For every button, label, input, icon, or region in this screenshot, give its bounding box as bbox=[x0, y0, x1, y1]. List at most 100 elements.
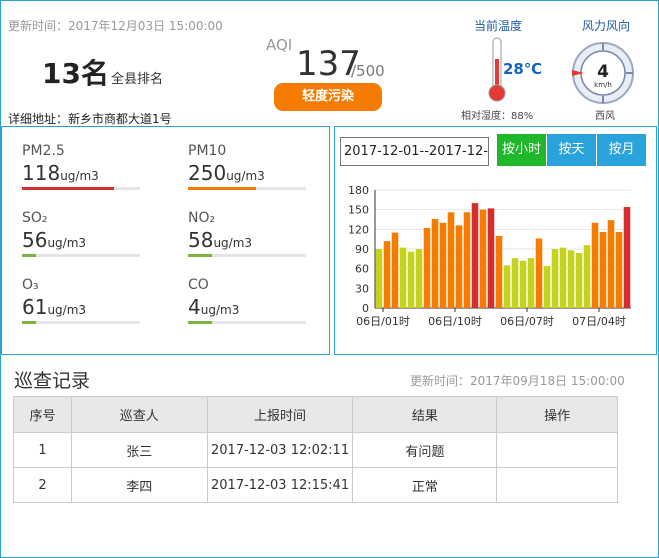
y-tick-label: 120 bbox=[348, 223, 369, 236]
cell-action[interactable] bbox=[496, 467, 618, 503]
aqi-bar-chart: 0 30 60 90 120 150 180 06日/01时 06日/10时 06日/07时 07日… bbox=[348, 184, 631, 328]
col-header-action: 操作 bbox=[496, 396, 618, 433]
pollutant-value: 58 bbox=[188, 228, 214, 252]
rank-label: 全县排名 bbox=[110, 72, 163, 87]
pollutant-name: PM10 bbox=[188, 143, 227, 159]
pollutant-o3: O₃ 61ug/m3 bbox=[22, 277, 152, 324]
cell-action[interactable] bbox=[496, 432, 618, 468]
pollutant-unit: ug/m3 bbox=[200, 303, 240, 317]
update-time: 更新时间：2017年12月03日 15:00:00 bbox=[8, 19, 223, 33]
records-table: 序号 巡查人 上报时间 结果 操作 1 张三 2017-12-03 12:02:… bbox=[13, 396, 618, 503]
chart-bar bbox=[471, 203, 479, 308]
pollutant-value: 61 bbox=[22, 295, 48, 319]
aqi-max: /500 bbox=[351, 62, 385, 80]
chart-bar bbox=[415, 249, 423, 308]
chart-bar bbox=[519, 260, 527, 308]
chart-bar bbox=[527, 258, 535, 308]
pollutant-unit: ug/m3 bbox=[47, 303, 87, 317]
table-row: 1 张三 2017-12-03 12:02:11 有问题 bbox=[13, 432, 618, 468]
y-tick-label: 150 bbox=[348, 204, 369, 217]
wind-compass-icon: 4 km/h bbox=[572, 42, 634, 104]
chart-bar bbox=[615, 231, 623, 308]
chart-bar bbox=[551, 249, 559, 308]
aqi-trend-panel: 2017-12-01--2017-12-03 按小时 按天 按月 0 30 60 90… bbox=[334, 126, 657, 355]
pollutant-level-bar bbox=[188, 321, 306, 324]
chart-bar bbox=[583, 245, 591, 308]
chart-bar bbox=[495, 235, 503, 308]
pollutant-level-bar bbox=[22, 187, 140, 190]
pollutant-level-bar bbox=[22, 254, 140, 257]
chart-bar bbox=[535, 238, 543, 308]
by-day-button[interactable]: 按天 bbox=[547, 134, 596, 166]
table-row: 2 李四 2017-12-03 12:15:41 正常 bbox=[13, 467, 618, 503]
by-month-button[interactable]: 按月 bbox=[597, 134, 646, 166]
humidity: 相对湿度：88% bbox=[461, 111, 534, 122]
cell-report-time: 2017-12-03 12:02:11 bbox=[206, 432, 354, 468]
x-tick-label: 06日/01时 bbox=[356, 315, 410, 328]
rank-number: 13名 bbox=[42, 57, 109, 90]
pollutant-pm10: PM10 250ug/m3 bbox=[188, 143, 318, 190]
records-title: 巡查记录 bbox=[14, 370, 91, 392]
pollutant-level-bar bbox=[22, 321, 140, 324]
pollutant-level-fill bbox=[22, 321, 37, 324]
chart-bar bbox=[575, 252, 583, 308]
x-tick-label: 06日/10时 bbox=[428, 315, 482, 328]
cell-result: 正常 bbox=[352, 467, 498, 503]
records-update-time: 更新时间：2017年09月18日 15:00:00 bbox=[410, 374, 625, 388]
pollutant-unit: ug/m3 bbox=[47, 236, 87, 250]
y-tick-label: 0 bbox=[362, 302, 369, 315]
col-header-result: 结果 bbox=[352, 396, 498, 433]
chart-bar bbox=[503, 265, 511, 308]
chart-bar bbox=[599, 231, 607, 308]
by-hour-button[interactable]: 按小时 bbox=[497, 134, 546, 166]
chart-bar bbox=[511, 258, 519, 308]
cell-inspector: 张三 bbox=[70, 432, 208, 468]
wind-unit: km/h bbox=[594, 81, 612, 89]
pollutant-level-bar bbox=[188, 187, 306, 190]
aqi-label: AQI bbox=[266, 36, 293, 54]
col-header-index: 序号 bbox=[13, 396, 72, 433]
y-tick-label: 180 bbox=[348, 184, 369, 197]
cell-index: 1 bbox=[13, 432, 72, 468]
y-tick-label: 60 bbox=[355, 263, 369, 276]
pollutant-level-fill bbox=[22, 187, 115, 190]
address: 详细地址：新乡市商都大道1号 bbox=[8, 112, 172, 126]
pollutant-co: CO 4ug/m3 bbox=[188, 277, 318, 324]
x-tick-label: 06日/07时 bbox=[500, 315, 554, 328]
pollutant-name: SO₂ bbox=[22, 210, 48, 226]
chart-bar bbox=[407, 251, 415, 308]
pollutant-level-bar bbox=[188, 254, 306, 257]
county-rank: 13名 全县排名 bbox=[42, 52, 163, 92]
temperature-title: 当前温度 bbox=[474, 19, 523, 33]
cell-report-time: 2017-12-03 12:15:41 bbox=[206, 467, 354, 503]
pollutant-value: 56 bbox=[22, 228, 48, 252]
pollutant-unit: ug/m3 bbox=[60, 169, 99, 183]
chart-bar bbox=[375, 249, 383, 308]
chart-bar bbox=[543, 266, 551, 308]
chart-bar bbox=[431, 218, 439, 308]
pollutant-level-fill bbox=[188, 321, 212, 324]
pollutant-name: NO₂ bbox=[188, 210, 216, 226]
cell-index: 2 bbox=[13, 467, 72, 503]
wind-speed: 4 bbox=[597, 62, 609, 82]
chart-bar bbox=[623, 207, 631, 308]
pollutant-value: 118 bbox=[22, 161, 61, 185]
pollutant-value: 4 bbox=[188, 295, 201, 319]
date-range-input[interactable]: 2017-12-01--2017-12-03 bbox=[340, 137, 489, 166]
table-header-row: 序号 巡查人 上报时间 结果 操作 bbox=[13, 396, 618, 433]
cell-inspector: 李四 bbox=[70, 467, 208, 503]
pollutant-level-fill bbox=[188, 254, 212, 257]
cell-result: 有问题 bbox=[352, 432, 498, 468]
x-tick-label: 07日/04时 bbox=[572, 315, 626, 328]
pollutant-so2: SO₂ 56ug/m3 bbox=[22, 210, 152, 257]
chart-bar bbox=[447, 212, 455, 308]
pollutant-name: CO bbox=[188, 277, 209, 293]
chart-bar bbox=[559, 247, 567, 308]
chart-bar bbox=[455, 225, 463, 308]
col-header-inspector: 巡查人 bbox=[70, 396, 208, 433]
chart-bar bbox=[607, 220, 615, 308]
pollutant-pm25: PM2.5 118ug/m3 bbox=[22, 143, 152, 190]
pollutant-unit: ug/m3 bbox=[226, 169, 265, 183]
pollutant-no2: NO₂ 58ug/m3 bbox=[188, 210, 318, 257]
chart-bar bbox=[399, 247, 407, 308]
